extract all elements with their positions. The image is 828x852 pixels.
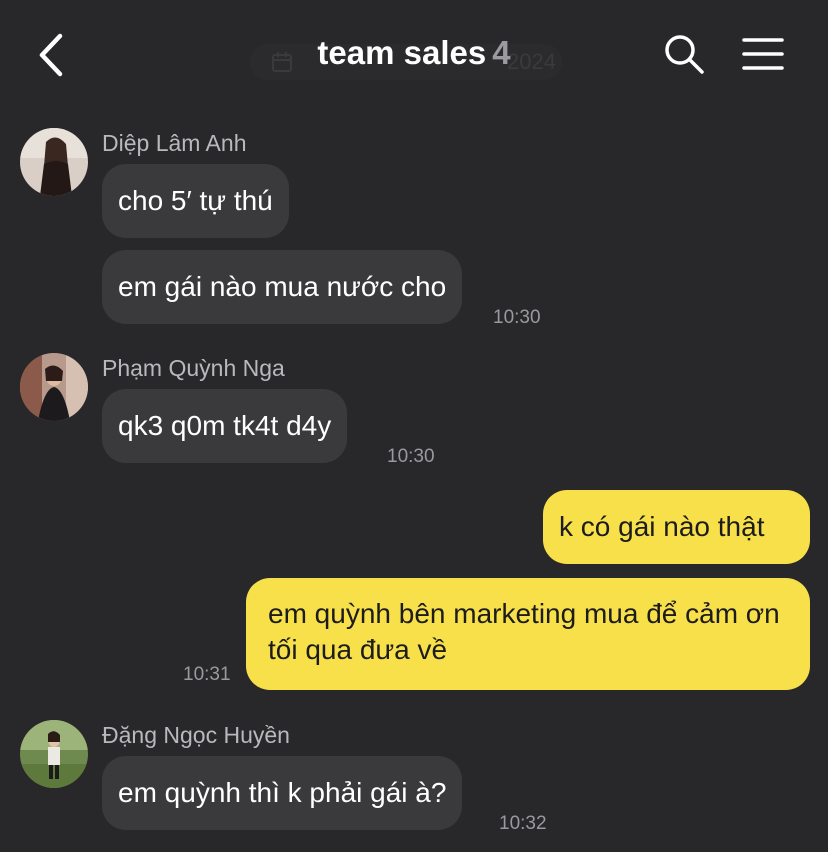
search-button[interactable]: [662, 32, 706, 76]
avatar-photo: [20, 720, 88, 788]
message-bubble[interactable]: cho 5′ tự thú: [102, 164, 289, 238]
avatar[interactable]: [20, 128, 88, 196]
chat-title-text: team sales: [317, 34, 487, 71]
outgoing-message-bubble[interactable]: k có gái nào thật: [543, 490, 810, 564]
avatar[interactable]: [20, 720, 88, 788]
message-bubble[interactable]: em gái nào mua nước cho: [102, 250, 463, 324]
search-icon: [665, 35, 704, 74]
member-count: 4: [492, 34, 511, 71]
message-time: 10:32: [499, 813, 547, 834]
message-time: 10:30: [387, 446, 435, 467]
chat-screen: 2024 team sales 4 Diệp Lâm Anh cho 5′ tự…: [0, 0, 828, 852]
avatar-photo: [20, 128, 88, 196]
sender-name: Đặng Ngọc Huyền: [102, 722, 290, 748]
avatar-photo: [20, 353, 88, 421]
menu-button[interactable]: [740, 36, 786, 72]
avatar[interactable]: [20, 353, 88, 421]
sender-name: Diệp Lâm Anh: [102, 130, 247, 156]
outgoing-message-bubble[interactable]: em quỳnh bên marketing mua để cảm ơn tối…: [246, 578, 810, 690]
message-bubble[interactable]: qk3 q0m tk4t d4y: [102, 389, 348, 463]
hamburger-menu-icon: [742, 38, 784, 70]
message-time: 10:30: [493, 307, 541, 328]
sender-name: Phạm Quỳnh Nga: [102, 355, 285, 381]
message-bubble[interactable]: em quỳnh thì k phải gái à?: [102, 756, 463, 830]
message-time: 10:31: [183, 664, 231, 685]
chat-header: 2024 team sales 4: [0, 0, 828, 110]
